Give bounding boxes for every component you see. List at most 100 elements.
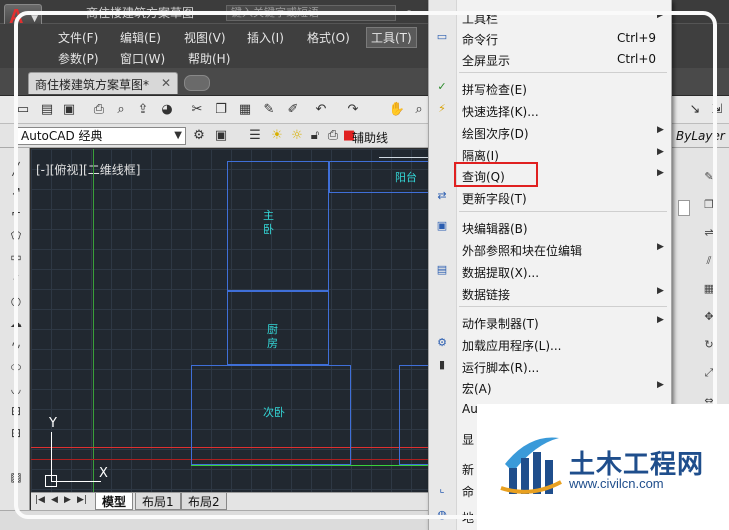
array-icon[interactable]: ▦ bbox=[702, 282, 716, 296]
dimension-icon[interactable]: ↘ bbox=[686, 101, 704, 119]
menu-item-action-recorder[interactable]: 动作录制器(T) ▶ bbox=[429, 312, 673, 333]
open-folder-icon[interactable]: ▤ bbox=[38, 101, 56, 119]
scrollbar-thumb[interactable] bbox=[678, 200, 690, 216]
menu-item-command-line[interactable]: ▭ 命令行 Ctrl+9 bbox=[429, 28, 673, 49]
undo-icon[interactable]: ↶ bbox=[312, 101, 330, 119]
named-ucs-icon: ⌞ bbox=[439, 482, 445, 495]
arc-icon[interactable]: ◜ bbox=[8, 272, 24, 288]
mirror-icon[interactable]: ⇌ bbox=[702, 226, 716, 240]
menu-tools[interactable]: 工具(T) bbox=[366, 27, 417, 48]
tab-model[interactable]: 模型 bbox=[95, 493, 134, 510]
workspace-settings-icon[interactable]: ▣ bbox=[212, 127, 230, 145]
lock-icon[interactable]: 🔓︎ bbox=[306, 127, 324, 145]
menu-item-toolbars[interactable]: 工具栏 ▶ bbox=[429, 7, 673, 28]
chevron-down-icon: ▼ bbox=[31, 14, 38, 24]
cut-icon[interactable]: ✂ bbox=[188, 101, 206, 119]
lightbulb-icon[interactable]: ☀ bbox=[268, 127, 286, 145]
menu-item-label: 数据链接 bbox=[462, 288, 511, 302]
make-block-icon[interactable]: ⊟ bbox=[8, 426, 24, 442]
paste-icon[interactable]: ▦ bbox=[236, 101, 254, 119]
new-file-icon[interactable]: ▭ bbox=[14, 101, 32, 119]
insert-block-icon[interactable]: ⊞ bbox=[8, 404, 24, 420]
menu-file[interactable]: 文件(F) bbox=[54, 28, 102, 47]
menu-parametric[interactable]: 参数(P) bbox=[54, 49, 103, 68]
rectangle-icon[interactable]: ▭ bbox=[8, 250, 24, 266]
gear-icon[interactable]: ⚙ bbox=[190, 127, 208, 145]
binoculars-icon[interactable]: ⌕ bbox=[406, 5, 412, 19]
erase-icon[interactable]: ✎ bbox=[702, 170, 716, 184]
zoom-realtime-icon[interactable]: ⌕ bbox=[410, 101, 428, 119]
first-tab-icon[interactable]: |◀ bbox=[35, 495, 45, 505]
print-preview-icon[interactable]: ⌕ bbox=[112, 101, 130, 119]
drawing-canvas[interactable]: [-][俯视][二维线框] 阳台 主 卧 厨 房 次卧 Y X bbox=[31, 149, 428, 492]
block-editor-icon[interactable]: ✐ bbox=[284, 101, 302, 119]
search-input[interactable]: 键入关键字或短语 bbox=[226, 5, 396, 21]
revision-cloud-icon[interactable]: ☁ bbox=[8, 316, 24, 332]
line-icon[interactable]: ╱ bbox=[8, 162, 24, 178]
menu-help[interactable]: 帮助(H) bbox=[184, 49, 234, 68]
save-icon[interactable]: ▣ bbox=[60, 101, 78, 119]
ellipse-icon[interactable]: ⬭ bbox=[8, 360, 24, 376]
menu-item-macro[interactable]: 宏(A) ▶ bbox=[429, 377, 673, 398]
polygon-icon[interactable]: ⬠ bbox=[8, 228, 24, 244]
menu-item-clean-screen[interactable]: 全屏显示 Ctrl+0 bbox=[429, 49, 673, 70]
3d-dwf-icon[interactable]: ◕ bbox=[158, 101, 176, 119]
menu-window[interactable]: 窗口(W) bbox=[116, 49, 169, 68]
new-tab-button[interactable] bbox=[184, 75, 210, 91]
current-layer-name[interactable]: 辅助线 bbox=[352, 129, 388, 146]
publish-icon[interactable]: ⇪ bbox=[134, 101, 152, 119]
circle-icon[interactable]: ○ bbox=[8, 294, 24, 310]
menu-item-data-links[interactable]: 数据链接 ▶ bbox=[429, 283, 673, 304]
measure-icon[interactable]: ⇲ bbox=[708, 101, 726, 119]
construction-line-icon[interactable]: ↗ bbox=[8, 184, 24, 200]
pan-hand-icon[interactable]: ✋ bbox=[388, 101, 406, 119]
menu-insert[interactable]: 插入(I) bbox=[243, 28, 288, 47]
menu-item-label: 运行脚本(R)... bbox=[462, 361, 540, 375]
point-icon[interactable]: · bbox=[8, 448, 24, 464]
match-properties-icon[interactable]: ✎ bbox=[260, 101, 278, 119]
menu-edit[interactable]: 编辑(E) bbox=[116, 28, 165, 47]
menu-item-update-fields[interactable]: ⇄ 更新字段(T) bbox=[429, 187, 673, 208]
offset-icon[interactable]: ⫽ bbox=[702, 254, 716, 268]
scale-icon[interactable]: ⤢ bbox=[702, 366, 716, 380]
redo-icon[interactable]: ↷ bbox=[344, 101, 362, 119]
hatch-icon[interactable]: ▨ bbox=[8, 470, 24, 486]
ellipse-arc-icon[interactable]: ◡ bbox=[8, 382, 24, 398]
move-icon[interactable]: ✥ bbox=[702, 310, 716, 324]
sun-freeze-icon[interactable]: ☼ bbox=[288, 127, 306, 145]
copy-object-icon[interactable]: ❐ bbox=[702, 198, 716, 212]
polyline-icon[interactable]: ⌐ bbox=[8, 206, 24, 222]
rotate-icon[interactable]: ↻ bbox=[702, 338, 716, 352]
menu-item-quick-select[interactable]: ⚡ 快速选择(K)... bbox=[429, 100, 673, 121]
update-fields-icon: ⇄ bbox=[437, 189, 447, 202]
menu-format[interactable]: 格式(O) bbox=[303, 28, 354, 47]
previous-tab-icon[interactable]: ◀ bbox=[51, 495, 58, 505]
menu-item-label: 动作录制器(T) bbox=[462, 317, 539, 331]
layer-properties-icon[interactable]: ☰ bbox=[246, 127, 264, 145]
data-extraction-icon: ▤ bbox=[436, 263, 448, 276]
document-tab[interactable]: 商住楼建筑方案草图* ✕ bbox=[28, 72, 178, 94]
workspace-dropdown[interactable]: AutoCAD 经典 ▼ bbox=[16, 127, 186, 145]
submenu-arrow-icon: ▶ bbox=[657, 242, 664, 252]
last-tab-icon[interactable]: ▶| bbox=[77, 495, 87, 505]
tab-layout2[interactable]: 布局2 bbox=[181, 493, 227, 510]
menu-item-block-editor[interactable]: ▣ 块编辑器(B) bbox=[429, 217, 673, 238]
menu-item-draw-order[interactable]: 绘图次序(D) ▶ bbox=[429, 122, 673, 143]
menu-item-label: 显 bbox=[462, 433, 475, 447]
print-icon[interactable]: ⎙ bbox=[90, 101, 108, 119]
master-bedroom-walls bbox=[227, 161, 329, 291]
next-tab-icon[interactable]: ▶ bbox=[64, 495, 71, 505]
menu-item-data-extraction[interactable]: ▤ 数据提取(X)... bbox=[429, 261, 673, 282]
tab-layout1[interactable]: 布局1 bbox=[135, 493, 181, 510]
linetype-value[interactable]: ByLayer bbox=[676, 129, 725, 143]
close-icon[interactable]: ✕ bbox=[161, 76, 171, 90]
menu-item-load-application[interactable]: ⚙ 加载应用程序(L)... bbox=[429, 334, 673, 355]
spline-icon[interactable]: ∿ bbox=[8, 338, 24, 354]
viewport-label[interactable]: [-][俯视][二维线框] bbox=[36, 161, 140, 178]
copy-icon[interactable]: ❐ bbox=[212, 101, 230, 119]
menu-view[interactable]: 视图(V) bbox=[180, 28, 230, 47]
room-label-second-bedroom: 次卧 bbox=[263, 406, 285, 419]
menu-item-xref-edit[interactable]: 外部参照和块在位编辑 ▶ bbox=[429, 239, 673, 260]
menu-item-run-script[interactable]: ▮ 运行脚本(R)... bbox=[429, 356, 673, 377]
menu-item-spell-check[interactable]: ✓ 拼写检查(E) bbox=[429, 78, 673, 99]
